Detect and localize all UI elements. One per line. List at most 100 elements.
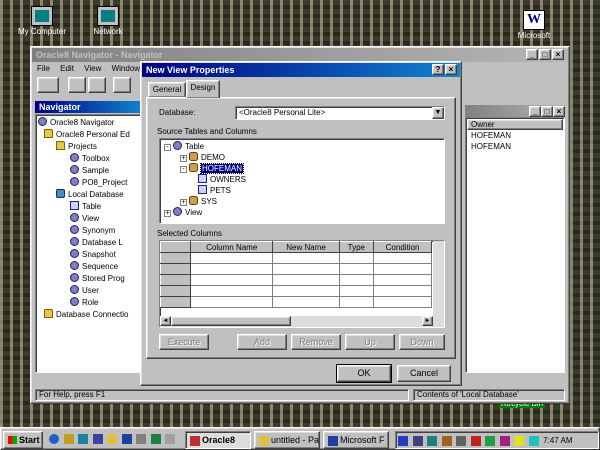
task-oracle8[interactable]: Oracle8: [185, 431, 251, 449]
network-tray-icon[interactable]: [427, 435, 438, 446]
grid-vertical-scrollbar[interactable]: [433, 241, 444, 317]
contents-row[interactable]: HOFEMAN: [467, 130, 563, 141]
contents-list[interactable]: Owner HOFEMAN HOFEMAN: [465, 117, 565, 373]
up-button[interactable]: Up: [345, 334, 395, 350]
toolbar-save-icon[interactable]: [88, 77, 107, 93]
tree-item-stored-program[interactable]: Stored Prog: [70, 273, 125, 284]
tree-item-po8-project[interactable]: PO8_Project: [70, 177, 127, 188]
contents-close-icon[interactable]: ×: [553, 106, 565, 117]
dialog-help-icon[interactable]: ?: [432, 64, 444, 75]
navigator-tree[interactable]: Oracle8 Navigator Oracle8 Personal Ed Pr…: [35, 114, 143, 373]
shield-icon[interactable]: [398, 435, 408, 446]
grid-header-new-name[interactable]: New Name: [272, 241, 340, 253]
source-tables-tree[interactable]: - Table + DEMO - HOFEMAN OWNERS PETS + SYS +…: [159, 138, 445, 224]
grid-row[interactable]: [160, 263, 432, 275]
settings-quick-icon[interactable]: [136, 433, 147, 444]
volume-icon[interactable]: [514, 435, 525, 446]
source-tree-owners[interactable]: OWNERS: [198, 174, 246, 185]
grid-horizontal-scrollbar[interactable]: ◄ ►: [160, 316, 444, 327]
calc-quick-icon[interactable]: [165, 433, 176, 444]
contents-maximize-icon[interactable]: □: [541, 106, 553, 117]
start-button[interactable]: Start: [3, 431, 43, 449]
tree-item-sample[interactable]: Sample: [70, 165, 109, 176]
excel-quick-icon[interactable]: [150, 433, 161, 444]
down-button[interactable]: Down: [399, 334, 445, 350]
grid-row[interactable]: [160, 274, 432, 286]
contents-row[interactable]: HOFEMAN: [467, 141, 563, 152]
expand-icon[interactable]: +: [180, 155, 187, 162]
desktop-icon-network[interactable]: Network: [78, 6, 138, 36]
virus-scan-icon[interactable]: [499, 435, 510, 446]
grid-header-type[interactable]: Type: [338, 241, 375, 253]
explorer-icon[interactable]: [107, 433, 118, 444]
task-paint[interactable]: untitled - Pa: [254, 431, 320, 449]
battery-icon[interactable]: [528, 435, 539, 446]
scheduler-icon[interactable]: [441, 435, 452, 446]
channels-icon[interactable]: [92, 433, 103, 444]
collapse-icon[interactable]: -: [180, 166, 187, 173]
modem-icon[interactable]: [485, 435, 496, 446]
menu-window[interactable]: Window: [112, 64, 140, 73]
toolbar-cut-icon[interactable]: [112, 77, 131, 93]
remove-button[interactable]: Remove: [291, 334, 341, 350]
task-microsoft[interactable]: Microsoft F: [323, 431, 389, 449]
display-icon[interactable]: [412, 435, 423, 446]
tree-item-role[interactable]: Role: [70, 297, 98, 308]
contents-minimize-icon[interactable]: _: [529, 106, 541, 117]
source-tree-demo[interactable]: + DEMO: [180, 152, 225, 163]
tree-item-projects[interactable]: Projects: [56, 141, 97, 152]
grid-header-condition[interactable]: Condition: [373, 241, 432, 253]
navigator-close-icon[interactable]: ×: [552, 49, 564, 60]
desktop-icon-my-computer[interactable]: My Computer: [12, 6, 72, 36]
collapse-icon[interactable]: -: [164, 144, 171, 151]
dialog-close-icon[interactable]: ×: [445, 64, 457, 75]
menu-edit[interactable]: Edit: [60, 64, 74, 73]
grid-header-column-name[interactable]: Column Name: [189, 241, 274, 253]
add-button[interactable]: Add: [237, 334, 287, 350]
tree-item-navigator[interactable]: Oracle8 Navigator: [38, 117, 114, 128]
grid-row[interactable]: [160, 296, 432, 308]
source-tree-hofeman[interactable]: - HOFEMAN: [180, 163, 244, 174]
tab-general[interactable]: General: [148, 82, 186, 97]
execute-button[interactable]: Execute: [159, 334, 209, 350]
scroll-thumb[interactable]: [171, 316, 291, 326]
scroll-left-icon[interactable]: ◄: [160, 316, 171, 326]
grid-row[interactable]: [160, 252, 432, 264]
tree-item-view[interactable]: View: [70, 213, 99, 224]
navigator-maximize-icon[interactable]: □: [539, 49, 551, 60]
tree-item-synonym[interactable]: Synonym: [70, 225, 115, 236]
toolbar-open-icon[interactable]: [67, 77, 86, 93]
chevron-down-icon[interactable]: ▼: [432, 107, 444, 119]
source-tree-view[interactable]: + View: [164, 207, 202, 218]
grid-row[interactable]: [160, 285, 432, 297]
power-icon[interactable]: [456, 435, 467, 446]
scroll-right-icon[interactable]: ►: [422, 316, 433, 326]
flag-icon[interactable]: [470, 435, 481, 446]
tree-item-toolbox[interactable]: Toolbox: [70, 153, 110, 164]
tree-item-snapshot[interactable]: Snapshot: [70, 249, 116, 260]
tab-design[interactable]: Design: [186, 80, 220, 98]
selected-columns-grid[interactable]: Column Name New Name Type Condition ◄ ►: [159, 240, 445, 328]
contents-column-header[interactable]: Owner: [467, 119, 563, 130]
tree-item-table[interactable]: Table: [70, 201, 101, 212]
source-tree-sys[interactable]: + SYS: [180, 196, 217, 207]
cancel-button[interactable]: Cancel: [397, 365, 451, 382]
database-select[interactable]: <Oracle8 Personal Lite> ▼: [235, 106, 445, 120]
tree-item-sequence[interactable]: Sequence: [70, 261, 118, 272]
tree-item-database-link[interactable]: Database L: [70, 237, 123, 248]
ok-button[interactable]: OK: [336, 364, 392, 383]
expand-icon[interactable]: +: [180, 199, 187, 206]
outlook-icon[interactable]: [63, 433, 74, 444]
tree-item-user[interactable]: User: [70, 285, 99, 296]
tree-item-personal-edition[interactable]: Oracle8 Personal Ed: [44, 129, 130, 140]
toolbar-new-icon[interactable]: [37, 77, 59, 93]
source-tree-pets[interactable]: PETS: [198, 185, 231, 196]
word-quick-icon[interactable]: [121, 433, 132, 444]
tree-item-local-database[interactable]: Local Database: [56, 189, 124, 200]
navigator-minimize-icon[interactable]: _: [526, 49, 538, 60]
source-tree-table[interactable]: - Table: [164, 141, 204, 152]
desktop-icon[interactable]: [78, 433, 89, 444]
menu-view[interactable]: View: [84, 64, 101, 73]
desktop-icon-word[interactable]: W Microsoft: [504, 10, 564, 40]
expand-icon[interactable]: +: [164, 210, 171, 217]
